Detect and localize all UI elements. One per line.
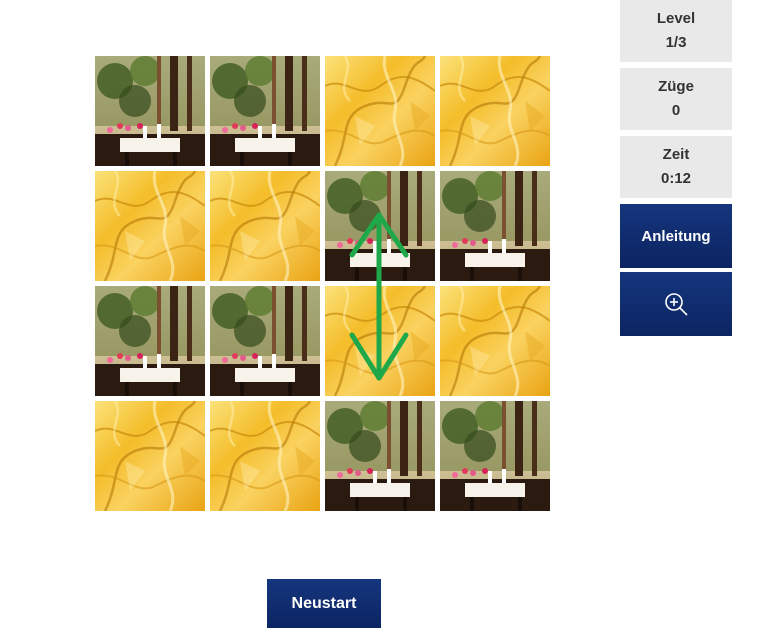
puzzle-tile-photo[interactable] [95, 56, 205, 166]
puzzle-tile-photo[interactable] [440, 171, 550, 281]
puzzle-tile-photo[interactable] [325, 401, 435, 511]
zoom-in-icon [665, 293, 688, 316]
restart-button[interactable]: Neustart [267, 579, 381, 628]
puzzle-tile-gold[interactable] [440, 286, 550, 396]
level-stat: Level 1/3 [620, 0, 732, 62]
puzzle-tile-gold[interactable] [325, 286, 435, 396]
puzzle-tile-gold[interactable] [95, 401, 205, 511]
moves-label: Züge [658, 78, 694, 95]
moves-stat: Züge 0 [620, 68, 732, 130]
puzzle-tile-photo[interactable] [210, 286, 320, 396]
puzzle-tile-photo[interactable] [95, 286, 205, 396]
time-label: Zeit [662, 146, 690, 163]
instructions-button[interactable]: Anleitung [620, 204, 732, 268]
moves-value: 0 [671, 102, 681, 119]
side-panel: Level 1/3 Züge 0 Zeit 0:12 Anleitung [620, 0, 732, 340]
puzzle-tile-gold[interactable] [210, 401, 320, 511]
time-stat: Zeit 0:12 [620, 136, 732, 198]
level-label: Level [656, 10, 696, 27]
zoom-button[interactable] [620, 272, 732, 336]
level-value: 1/3 [665, 34, 687, 51]
puzzle-tile-gold[interactable] [325, 56, 435, 166]
puzzle-tile-photo[interactable] [210, 56, 320, 166]
puzzle-tile-photo[interactable] [325, 171, 435, 281]
puzzle-board [95, 56, 551, 512]
puzzle-tile-gold[interactable] [210, 171, 320, 281]
time-value: 0:12 [660, 170, 692, 187]
puzzle-tile-gold[interactable] [95, 171, 205, 281]
puzzle-tile-gold[interactable] [440, 56, 550, 166]
puzzle-tile-photo[interactable] [440, 401, 550, 511]
